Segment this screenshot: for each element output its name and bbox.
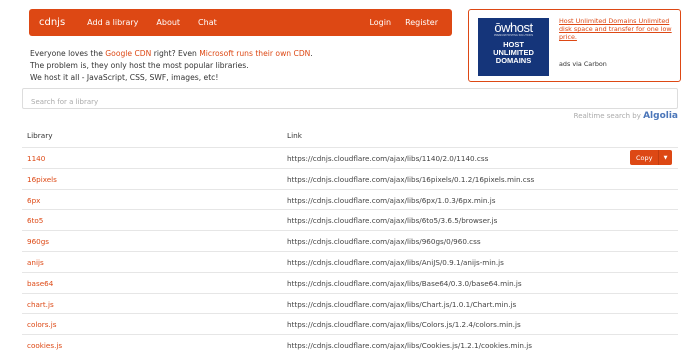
library-url: https://cdnjs.cloudflare.com/ajax/libs/1… — [287, 174, 535, 184]
library-name-link[interactable]: colors.js — [27, 320, 56, 329]
table-row: 6to5 https://cdnjs.cloudflare.com/ajax/l… — [22, 209, 678, 230]
nav-login[interactable]: Login — [369, 18, 391, 27]
nav-right-group: Login Register — [369, 18, 452, 27]
library-search — [22, 88, 678, 112]
library-url: https://cdnjs.cloudflare.com/ajax/libs/C… — [287, 299, 517, 309]
library-name-link[interactable]: chart.js — [27, 300, 54, 309]
nav-register[interactable]: Register — [405, 18, 438, 27]
library-name-link[interactable]: cookies.js — [27, 341, 62, 350]
ad-image[interactable]: ōwhost PREMIUM HOSTING SOLUTIONS HOST UN… — [478, 18, 549, 76]
library-name-link[interactable]: anijs — [27, 258, 44, 267]
library-name-link[interactable]: 960gs — [27, 237, 49, 246]
table-row: 1140 https://cdnjs.cloudflare.com/ajax/l… — [22, 147, 678, 168]
library-url: https://cdnjs.cloudflare.com/ajax/libs/A… — [287, 257, 504, 267]
library-url: https://cdnjs.cloudflare.com/ajax/libs/1… — [287, 154, 489, 163]
table-row: 6px https://cdnjs.cloudflare.com/ajax/li… — [22, 188, 678, 210]
intro-line-3: We host it all - JavaScript, CSS, SWF, i… — [30, 73, 219, 82]
intro-line-1: Everyone loves the Google CDN right? Eve… — [30, 48, 313, 60]
caret-down-icon[interactable]: ▼ — [658, 150, 672, 165]
microsoft-cdn-link[interactable]: Microsoft runs their own CDN — [199, 49, 310, 58]
table-row: 16pixels https://cdnjs.cloudflare.com/aj… — [22, 167, 678, 189]
ad-headline-3: DOMAINS — [495, 56, 532, 65]
intro-text-b: right? Even — [151, 49, 200, 58]
intro-text-a: Everyone loves the — [30, 49, 106, 58]
algolia-logo: Algolia — [643, 111, 678, 121]
table-row: cookies.js https://cdnjs.cloudflare.com/… — [22, 334, 678, 355]
library-url: https://cdnjs.cloudflare.com/ajax/libs/9… — [287, 237, 481, 247]
google-cdn-link[interactable]: Google CDN — [105, 49, 151, 58]
library-url: https://cdnjs.cloudflare.com/ajax/libs/6… — [287, 216, 498, 226]
ad-tagline: PREMIUM HOSTING SOLUTIONS — [493, 34, 534, 37]
algolia-prefix: Realtime search by — [573, 112, 641, 120]
table-row: chart.js https://cdnjs.cloudflare.com/aj… — [22, 292, 678, 314]
library-name-link[interactable]: base64 — [27, 279, 53, 288]
table-row: base64 https://cdnjs.cloudflare.com/ajax… — [22, 271, 678, 293]
library-table: 1140 https://cdnjs.cloudflare.com/ajax/l… — [22, 147, 678, 355]
ad-headline: HOST UNLIMITED DOMAINS — [478, 41, 549, 65]
library-url: https://cdnjs.cloudflare.com/ajax/libs/C… — [287, 341, 532, 351]
table-row: 960gs https://cdnjs.cloudflare.com/ajax/… — [22, 230, 678, 251]
algolia-credit[interactable]: Realtime search by Algolia — [574, 111, 678, 121]
intro-text-c: . — [310, 49, 313, 58]
copy-label: Copy — [636, 153, 653, 162]
brand-logo[interactable]: cdnjs — [39, 17, 65, 28]
top-navbar: cdnjs Add a library About Chat Login Reg… — [29, 9, 452, 36]
search-input[interactable] — [23, 92, 677, 112]
intro-text: Everyone loves the Google CDN right? Eve… — [30, 48, 313, 84]
library-name-link[interactable]: 6to5 — [27, 216, 43, 225]
library-url: https://cdnjs.cloudflare.com/ajax/libs/6… — [287, 195, 496, 205]
copy-button[interactable]: Copy ▼ — [630, 150, 672, 165]
library-url: https://cdnjs.cloudflare.com/ajax/libs/B… — [287, 278, 522, 288]
table-row: colors.js https://cdnjs.cloudflare.com/a… — [22, 313, 678, 334]
nav-about[interactable]: About — [156, 18, 180, 27]
header-link: Link — [287, 131, 302, 140]
table-row: anijs https://cdnjs.cloudflare.com/ajax/… — [22, 250, 678, 272]
library-name-link[interactable]: 16pixels — [27, 175, 57, 184]
library-name-link[interactable]: 1140 — [27, 154, 45, 163]
ad-logo: ōwhost — [494, 20, 533, 35]
intro-line-2: The problem is, they only host the most … — [30, 61, 249, 70]
library-url: https://cdnjs.cloudflare.com/ajax/libs/C… — [287, 320, 521, 330]
header-library: Library — [27, 131, 53, 140]
library-name-link[interactable]: 6px — [27, 196, 40, 205]
ad-text-link[interactable]: Host Unlimited Domains Unlimited disk sp… — [559, 17, 674, 41]
carbon-ad: ōwhost PREMIUM HOSTING SOLUTIONS HOST UN… — [468, 9, 681, 82]
ad-via-carbon[interactable]: ads via Carbon — [559, 60, 607, 68]
nav-chat[interactable]: Chat — [198, 18, 217, 27]
nav-add-library[interactable]: Add a library — [87, 18, 138, 27]
